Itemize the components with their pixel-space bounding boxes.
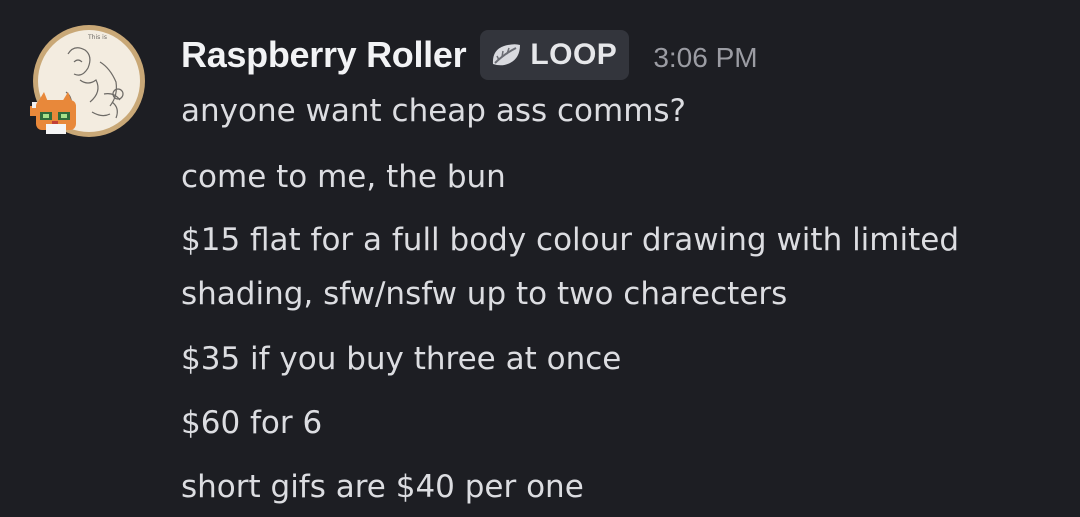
message-line: come to me, the bun	[181, 159, 506, 195]
username[interactable]: Raspberry Roller	[181, 34, 467, 76]
chat-message: This is Raspberry Roller LOOP 3:06 PM an…	[0, 0, 1080, 517]
avatar-image: This is	[30, 25, 145, 137]
message-line: $35 if you buy three at once	[181, 341, 622, 377]
timestamp[interactable]: 3:06 PM	[653, 42, 757, 74]
leaf-icon	[493, 44, 521, 66]
message-line: short gifs are $40 per one	[181, 469, 584, 505]
message-line: $60 for 6	[181, 405, 323, 441]
message-line: anyone want cheap ass comms?	[181, 93, 686, 129]
guild-tag-label: LOOP	[530, 38, 618, 71]
avatar[interactable]: This is	[30, 22, 148, 140]
guild-tag[interactable]: LOOP	[480, 30, 630, 80]
message-line: $15 flat for a full body colour drawing …	[181, 222, 960, 312]
avatar-sketch-text: This is	[87, 34, 107, 41]
message-header: Raspberry Roller LOOP 3:06 PM	[181, 30, 758, 80]
